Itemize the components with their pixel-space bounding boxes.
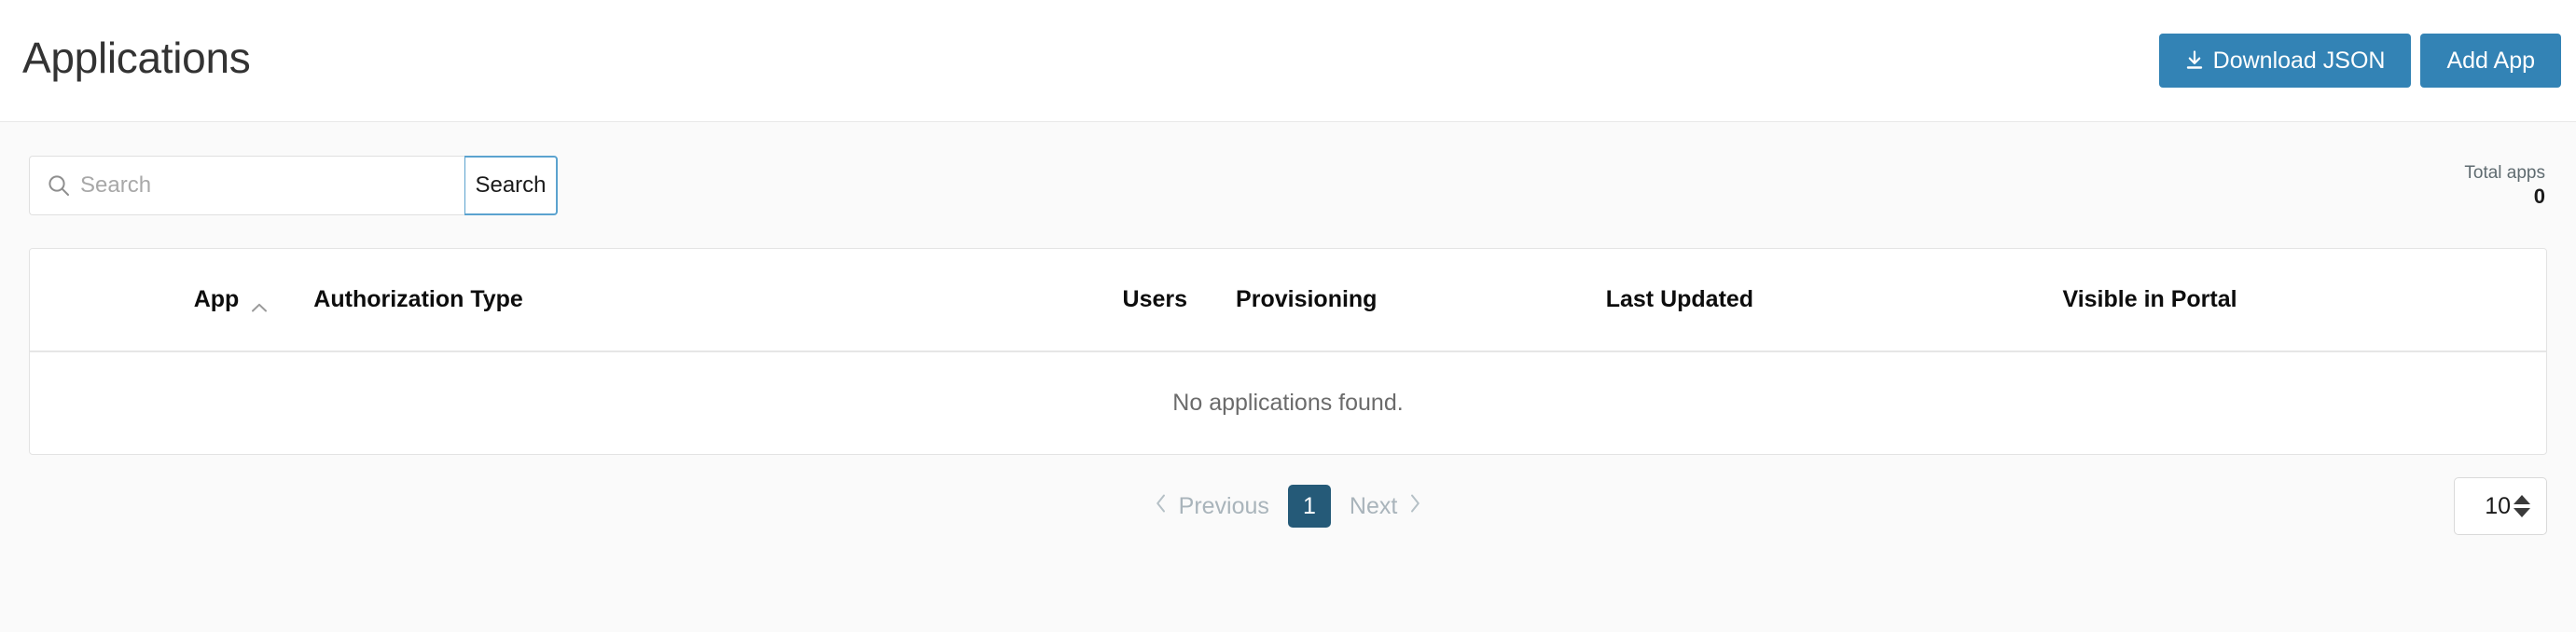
- table-body: No applications found.: [30, 351, 2546, 454]
- total-apps-label: Total apps: [2464, 162, 2545, 183]
- table-empty-row: No applications found.: [30, 351, 2546, 454]
- add-app-button[interactable]: Add App: [2420, 34, 2561, 88]
- page-number-button[interactable]: 1: [1287, 485, 1331, 528]
- column-header-visible-in-portal[interactable]: Visible in Portal: [1753, 249, 2546, 352]
- search-icon: [47, 173, 71, 198]
- content-area: Search Total apps 0 App: [0, 122, 2576, 557]
- column-header-authorization-type[interactable]: Authorization Type: [269, 249, 672, 352]
- search-button[interactable]: Search: [464, 155, 558, 215]
- search-field[interactable]: [29, 155, 464, 215]
- pagination-bar: Previous 1 Next 102550100: [29, 455, 2547, 557]
- column-header-authorization-type-label: Authorization Type: [313, 286, 523, 312]
- download-icon: [2185, 50, 2204, 71]
- empty-state-message: No applications found.: [1172, 390, 1404, 416]
- page-size-select[interactable]: 102550100: [2454, 477, 2547, 535]
- pagination-controls: Previous 1 Next: [1151, 485, 1426, 528]
- table-header-row: App Authorization Type Users Last Update…: [30, 249, 2546, 352]
- chevron-up-icon: [250, 294, 269, 311]
- column-header-provisioning[interactable]: Provisioning: [1187, 249, 1377, 352]
- download-json-button[interactable]: Download JSON: [2158, 34, 2412, 88]
- chevron-left-icon: [1155, 493, 1168, 520]
- column-header-provisioning-label: Provisioning: [1236, 286, 1377, 313]
- total-apps: Total apps 0: [2464, 162, 2547, 208]
- column-header-visible-in-portal-label: Visible in Portal: [2062, 286, 2237, 312]
- page-header: Applications Download JSON Add App: [0, 0, 2576, 122]
- table-toolbar: Search Total apps 0: [29, 122, 2547, 248]
- page-size-wrapper: 102550100: [2454, 477, 2547, 535]
- next-page-button[interactable]: Next: [1346, 488, 1425, 526]
- add-app-label: Add App: [2446, 47, 2535, 74]
- column-header-users-label: Users: [1122, 286, 1188, 312]
- header-actions: Download JSON Add App: [2158, 34, 2561, 88]
- previous-page-button[interactable]: Previous: [1151, 488, 1273, 526]
- column-header-app[interactable]: App: [30, 249, 270, 352]
- table-head: App Authorization Type Users Last Update…: [30, 249, 2546, 352]
- total-apps-value: 0: [2533, 184, 2545, 208]
- applications-table-card: App Authorization Type Users Last Update…: [29, 248, 2547, 455]
- next-page-label: Next: [1349, 492, 1398, 519]
- column-header-app-label: App: [193, 286, 240, 312]
- chevron-right-icon: [1408, 493, 1421, 520]
- download-json-label: Download JSON: [2212, 47, 2386, 74]
- column-header-users[interactable]: Users: [671, 249, 1188, 352]
- search-input[interactable]: [78, 171, 464, 199]
- page-title: Applications: [22, 34, 251, 82]
- search-group: Search: [29, 155, 558, 215]
- applications-table: App Authorization Type Users Last Update…: [30, 249, 2546, 454]
- previous-page-label: Previous: [1178, 492, 1269, 519]
